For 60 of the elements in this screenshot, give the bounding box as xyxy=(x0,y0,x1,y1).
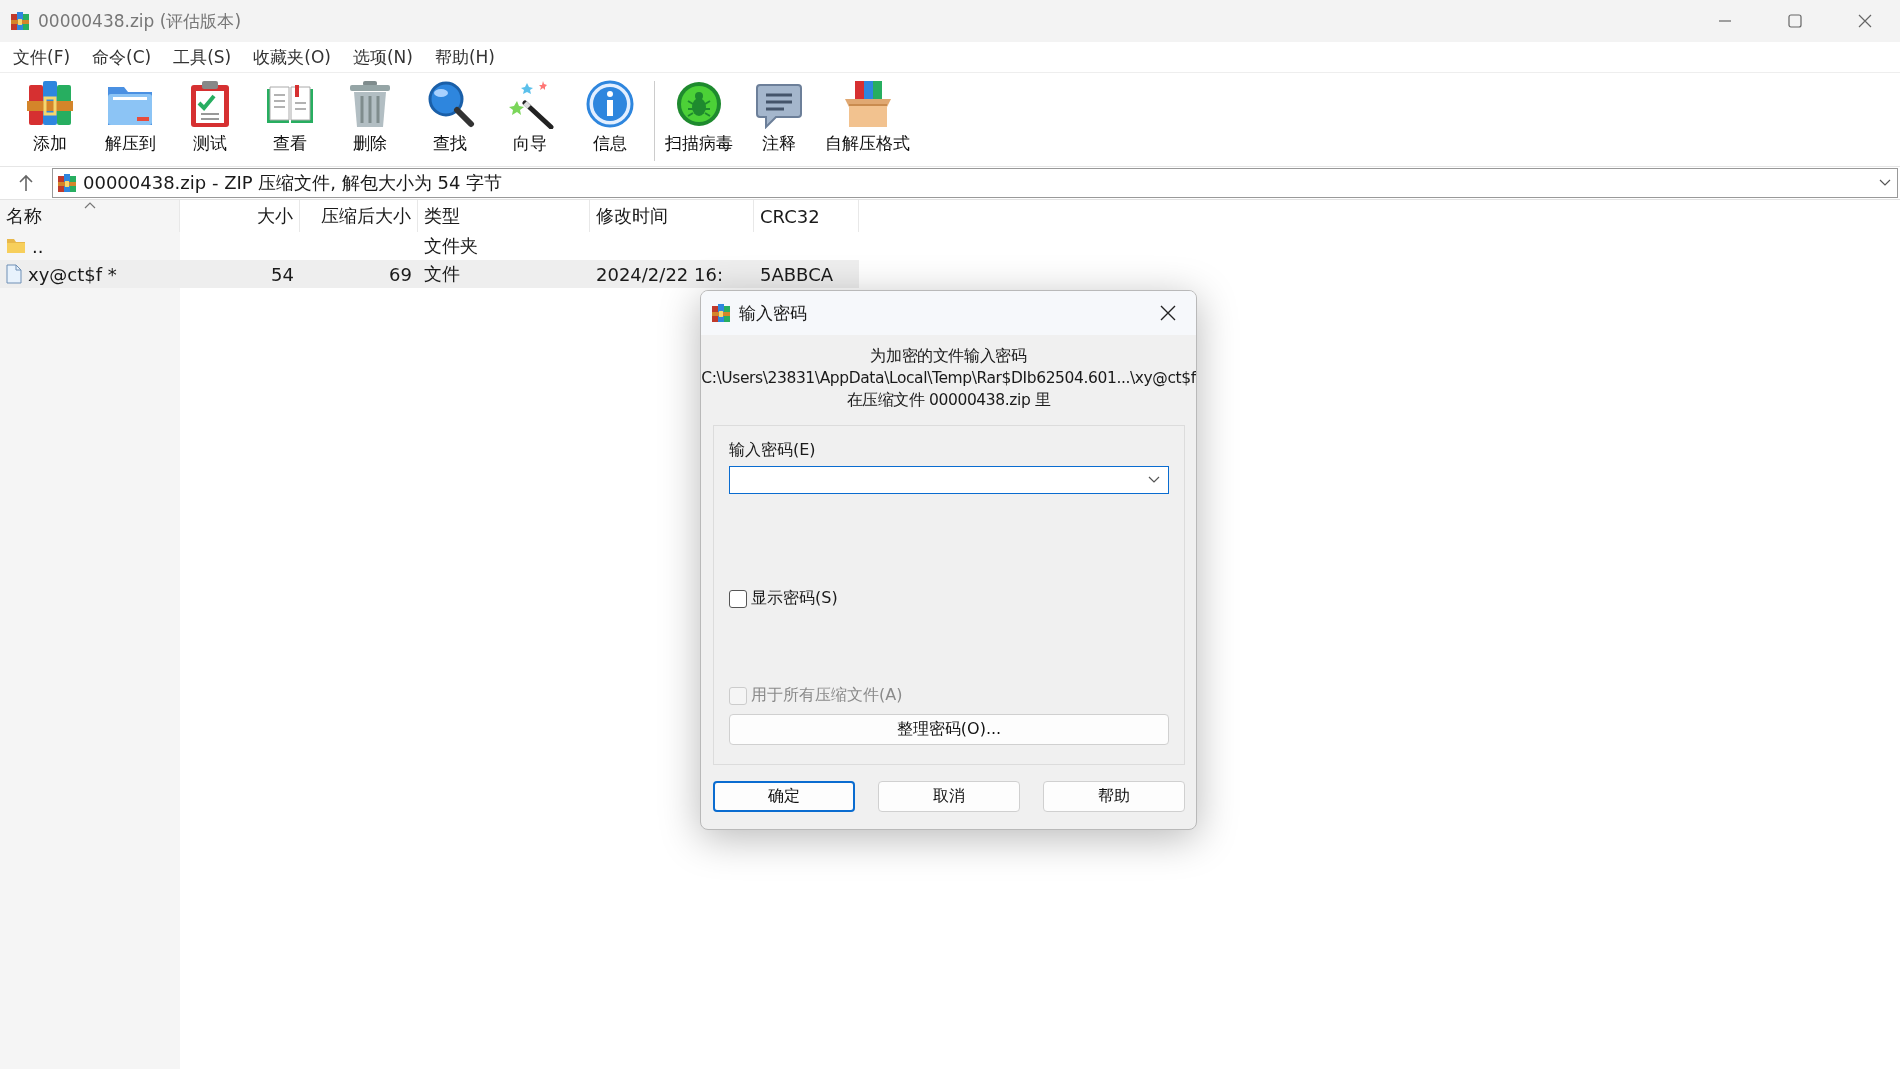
message-text: 为加密的文件输入密码 xyxy=(870,346,1027,367)
toolbar-button[interactable]: 扫描病毒 xyxy=(659,73,739,155)
message-text: 在压缩文件 00000438.zip 里 xyxy=(846,390,1051,411)
bug-icon xyxy=(674,79,724,129)
maximize-icon[interactable] xyxy=(1788,14,1802,28)
chevron-down-icon xyxy=(1148,476,1160,484)
table-cell: 文件夹 xyxy=(424,234,478,258)
checkbox-label: 显示密码(S) xyxy=(751,588,838,609)
toolbar-button[interactable]: 添加 xyxy=(10,73,90,155)
toolbar-button[interactable]: 删除 xyxy=(330,73,410,155)
file-row[interactable]: xy@ct$f * 54 69 文件 2024/2/22 16: 5ABBCA xyxy=(0,260,1900,288)
dialog-button[interactable]: 取消 xyxy=(878,781,1020,812)
dialog-title: 输入密码 xyxy=(739,301,807,325)
column-header[interactable]: 类型 xyxy=(418,200,590,232)
organize-passwords-button[interactable]: 整理密码(O)... xyxy=(729,714,1169,745)
table-cell: 54 xyxy=(271,263,294,285)
box-books-icon xyxy=(842,79,893,129)
field-label: 输入密码(E) xyxy=(729,440,817,461)
file-icon xyxy=(6,264,22,284)
table-cell: 2024/2/22 16: xyxy=(596,263,723,285)
table-cell: 69 xyxy=(389,263,412,285)
table-cell: xy@ct$f * xyxy=(28,263,117,285)
info-icon xyxy=(585,79,635,129)
menu-item[interactable]: 收藏夹(O) xyxy=(244,45,340,69)
message-text: C:\Users\23831\AppData\Local\Temp\Rar$DIb62504.601...\xy@ct$f xyxy=(701,368,1196,389)
menu-item[interactable]: 选项(N) xyxy=(343,45,422,69)
toolbar-button[interactable]: 测试 xyxy=(170,73,250,155)
dialog-button[interactable]: 确定 xyxy=(713,781,855,812)
table-cell: 5ABBCA xyxy=(760,263,834,285)
menu-item[interactable]: 帮助(H) xyxy=(425,45,504,69)
folder-icon xyxy=(6,238,26,254)
app-logo-icon xyxy=(711,302,731,324)
checkbox[interactable] xyxy=(729,589,747,608)
toolbar-button[interactable]: 向导 xyxy=(490,73,570,155)
archive-icon xyxy=(57,172,77,194)
menu-item[interactable]: 命令(C) xyxy=(83,45,161,69)
menu-item[interactable]: 文件(F) xyxy=(4,45,80,69)
toolbar-button[interactable]: 查看 xyxy=(250,73,330,155)
menu-item[interactable]: 工具(S) xyxy=(164,45,241,69)
column-header[interactable]: 修改时间 xyxy=(590,200,754,232)
column-header[interactable]: 压缩后大小 xyxy=(300,200,418,232)
password-field[interactable] xyxy=(729,466,1169,494)
toolbar-button[interactable]: 查找 xyxy=(410,73,490,155)
chevron-down-icon xyxy=(1879,179,1891,187)
table-cell: 文件 xyxy=(424,262,460,286)
address-field[interactable]: 00000438.zip - ZIP 压缩文件, 解包大小为 54 字节 xyxy=(52,168,1898,198)
column-header[interactable]: 名称 xyxy=(0,200,180,232)
column-header[interactable]: CRC32 xyxy=(754,200,859,232)
checkbox-label: 用于所有压缩文件(A) xyxy=(751,685,903,706)
app-logo-icon xyxy=(10,10,30,32)
toolbar-button[interactable]: 解压到 xyxy=(90,73,170,155)
table-cell: .. xyxy=(32,235,44,257)
close-icon[interactable] xyxy=(1160,305,1176,321)
file-row[interactable]: .. 文件夹 xyxy=(0,232,1900,260)
toolbar-button[interactable]: 信息 xyxy=(570,73,650,155)
dialog-button[interactable]: 帮助 xyxy=(1043,781,1185,812)
toolbar-button[interactable]: 注释 xyxy=(739,73,819,155)
window-title: 00000438.zip (评估版本) xyxy=(38,9,242,33)
column-header[interactable]: 大小 xyxy=(180,200,300,232)
toolbar-button[interactable]: 自解压格式 xyxy=(819,73,916,155)
